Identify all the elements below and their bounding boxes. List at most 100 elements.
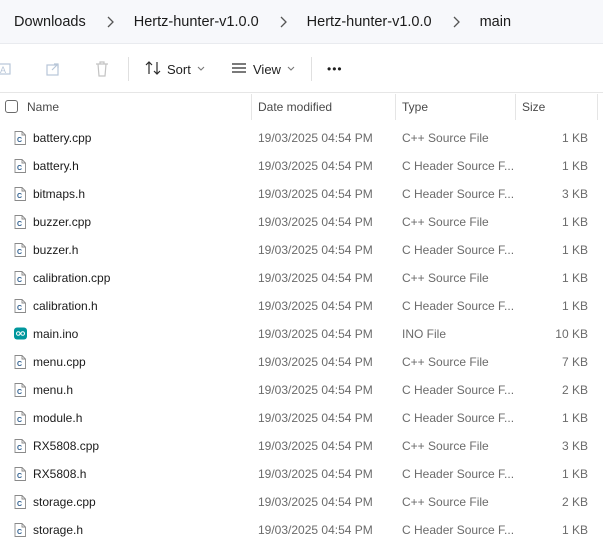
- file-row[interactable]: C calibration.h 19/03/2025 04:54 PM C He…: [0, 292, 603, 320]
- file-row[interactable]: C storage.h 19/03/2025 04:54 PM C Header…: [0, 516, 603, 544]
- column-divider[interactable]: [395, 94, 396, 120]
- file-row[interactable]: C RX5808.h 19/03/2025 04:54 PM C Header …: [0, 460, 603, 488]
- share-icon[interactable]: [44, 59, 64, 79]
- file-size: 1 KB: [561, 271, 588, 285]
- file-type: C Header Source F...: [402, 523, 515, 537]
- svg-text:C: C: [17, 137, 22, 144]
- file-name: menu.h: [33, 383, 74, 397]
- svg-text:C: C: [17, 473, 22, 480]
- c-file-icon: C: [14, 243, 26, 257]
- breadcrumb: Downloads Hertz-hunter-v1.0.0 Hertz-hunt…: [0, 0, 603, 44]
- file-name: calibration.h: [33, 299, 98, 313]
- command-bar: A Sort View •••: [0, 45, 603, 93]
- c-file-icon: C: [14, 355, 26, 369]
- column-header-type[interactable]: Type: [402, 94, 428, 120]
- file-size: 10 KB: [555, 327, 588, 341]
- file-row[interactable]: main.ino 19/03/2025 04:54 PM INO File 10…: [0, 320, 603, 348]
- file-date-modified: 19/03/2025 04:54 PM: [258, 215, 373, 229]
- file-name: calibration.cpp: [33, 271, 111, 285]
- file-date-modified: 19/03/2025 04:54 PM: [258, 159, 373, 173]
- sort-button[interactable]: Sort: [145, 57, 205, 81]
- breadcrumb-item-hertz-hunter-inner[interactable]: Hertz-hunter-v1.0.0: [307, 14, 432, 30]
- c-file-icon: C: [14, 159, 26, 173]
- file-row[interactable]: C storage.cpp 19/03/2025 04:54 PM C++ So…: [0, 488, 603, 516]
- file-row[interactable]: C buzzer.h 19/03/2025 04:54 PM C Header …: [0, 236, 603, 264]
- breadcrumb-item-downloads[interactable]: Downloads: [14, 14, 86, 30]
- file-type: INO File: [402, 327, 447, 341]
- file-row[interactable]: C RX5808.cpp 19/03/2025 04:54 PM C++ Sou…: [0, 432, 603, 460]
- svg-text:C: C: [17, 305, 22, 312]
- file-row[interactable]: C bitmaps.h 19/03/2025 04:54 PM C Header…: [0, 180, 603, 208]
- chevron-right-icon[interactable]: [444, 14, 468, 30]
- delete-icon[interactable]: [92, 59, 112, 79]
- file-name: battery.h: [33, 159, 79, 173]
- file-row[interactable]: C menu.cpp 19/03/2025 04:54 PM C++ Sourc…: [0, 348, 603, 376]
- file-type: C Header Source F...: [402, 159, 515, 173]
- file-date-modified: 19/03/2025 04:54 PM: [258, 383, 373, 397]
- file-name: main.ino: [33, 327, 79, 341]
- svg-text:C: C: [17, 277, 22, 284]
- view-button[interactable]: View: [231, 57, 295, 81]
- svg-text:C: C: [17, 249, 22, 256]
- file-row[interactable]: C menu.h 19/03/2025 04:54 PM C Header So…: [0, 376, 603, 404]
- file-type: C++ Source File: [402, 355, 489, 369]
- file-row[interactable]: C module.h 19/03/2025 04:54 PM C Header …: [0, 404, 603, 432]
- svg-text:C: C: [17, 361, 22, 368]
- file-row[interactable]: C buzzer.cpp 19/03/2025 04:54 PM C++ Sou…: [0, 208, 603, 236]
- file-row[interactable]: C calibration.cpp 19/03/2025 04:54 PM C+…: [0, 264, 603, 292]
- file-type: C Header Source F...: [402, 467, 515, 481]
- c-file-icon: C: [14, 411, 26, 425]
- column-header-date-modified[interactable]: Date modified: [258, 94, 332, 120]
- file-type: C Header Source F...: [402, 411, 515, 425]
- file-date-modified: 19/03/2025 04:54 PM: [258, 355, 373, 369]
- file-row[interactable]: C battery.cpp 19/03/2025 04:54 PM C++ So…: [0, 124, 603, 152]
- file-type: C++ Source File: [402, 271, 489, 285]
- file-name: bitmaps.h: [33, 187, 86, 201]
- svg-text:C: C: [17, 193, 22, 200]
- column-header-size[interactable]: Size: [522, 94, 545, 120]
- column-divider[interactable]: [515, 94, 516, 120]
- file-date-modified: 19/03/2025 04:54 PM: [258, 467, 373, 481]
- sort-icon: [145, 60, 161, 79]
- file-date-modified: 19/03/2025 04:54 PM: [258, 327, 373, 341]
- c-file-icon: C: [14, 271, 26, 285]
- file-type: C Header Source F...: [402, 243, 515, 257]
- svg-text:C: C: [17, 529, 22, 536]
- file-name: buzzer.h: [33, 243, 79, 257]
- svg-text:C: C: [17, 389, 22, 396]
- select-all-checkbox[interactable]: [5, 100, 18, 113]
- file-size: 3 KB: [561, 187, 588, 201]
- file-name: RX5808.cpp: [33, 439, 100, 453]
- c-file-icon: C: [14, 215, 26, 229]
- breadcrumb-item-hertz-hunter-outer[interactable]: Hertz-hunter-v1.0.0: [134, 14, 259, 30]
- file-name: storage.cpp: [33, 495, 96, 509]
- file-row[interactable]: C battery.h 19/03/2025 04:54 PM C Header…: [0, 152, 603, 180]
- file-size: 3 KB: [561, 439, 588, 453]
- arduino-icon: [14, 327, 27, 341]
- column-divider[interactable]: [251, 94, 252, 120]
- column-header-row: Name Date modified Type Size: [0, 94, 603, 120]
- svg-text:C: C: [17, 501, 22, 508]
- c-file-icon: C: [14, 495, 26, 509]
- file-type: C++ Source File: [402, 439, 489, 453]
- chevron-down-icon: [197, 64, 205, 74]
- sort-label: Sort: [167, 61, 191, 77]
- file-date-modified: 19/03/2025 04:54 PM: [258, 299, 373, 313]
- chevron-right-icon[interactable]: [271, 14, 295, 30]
- file-date-modified: 19/03/2025 04:54 PM: [258, 187, 373, 201]
- svg-text:C: C: [17, 221, 22, 228]
- file-name: storage.h: [33, 523, 84, 537]
- c-file-icon: C: [14, 187, 26, 201]
- rename-icon[interactable]: A: [0, 59, 16, 79]
- svg-text:C: C: [17, 165, 22, 172]
- column-header-name[interactable]: Name: [27, 94, 59, 120]
- more-options-button[interactable]: •••: [327, 57, 343, 81]
- c-file-icon: C: [14, 523, 26, 537]
- chevron-down-icon: [287, 64, 295, 74]
- chevron-right-icon[interactable]: [98, 14, 122, 30]
- file-type: C++ Source File: [402, 131, 489, 145]
- column-divider[interactable]: [597, 94, 598, 120]
- breadcrumb-item-main[interactable]: main: [480, 14, 511, 30]
- file-size: 1 KB: [561, 523, 588, 537]
- file-size: 1 KB: [561, 159, 588, 173]
